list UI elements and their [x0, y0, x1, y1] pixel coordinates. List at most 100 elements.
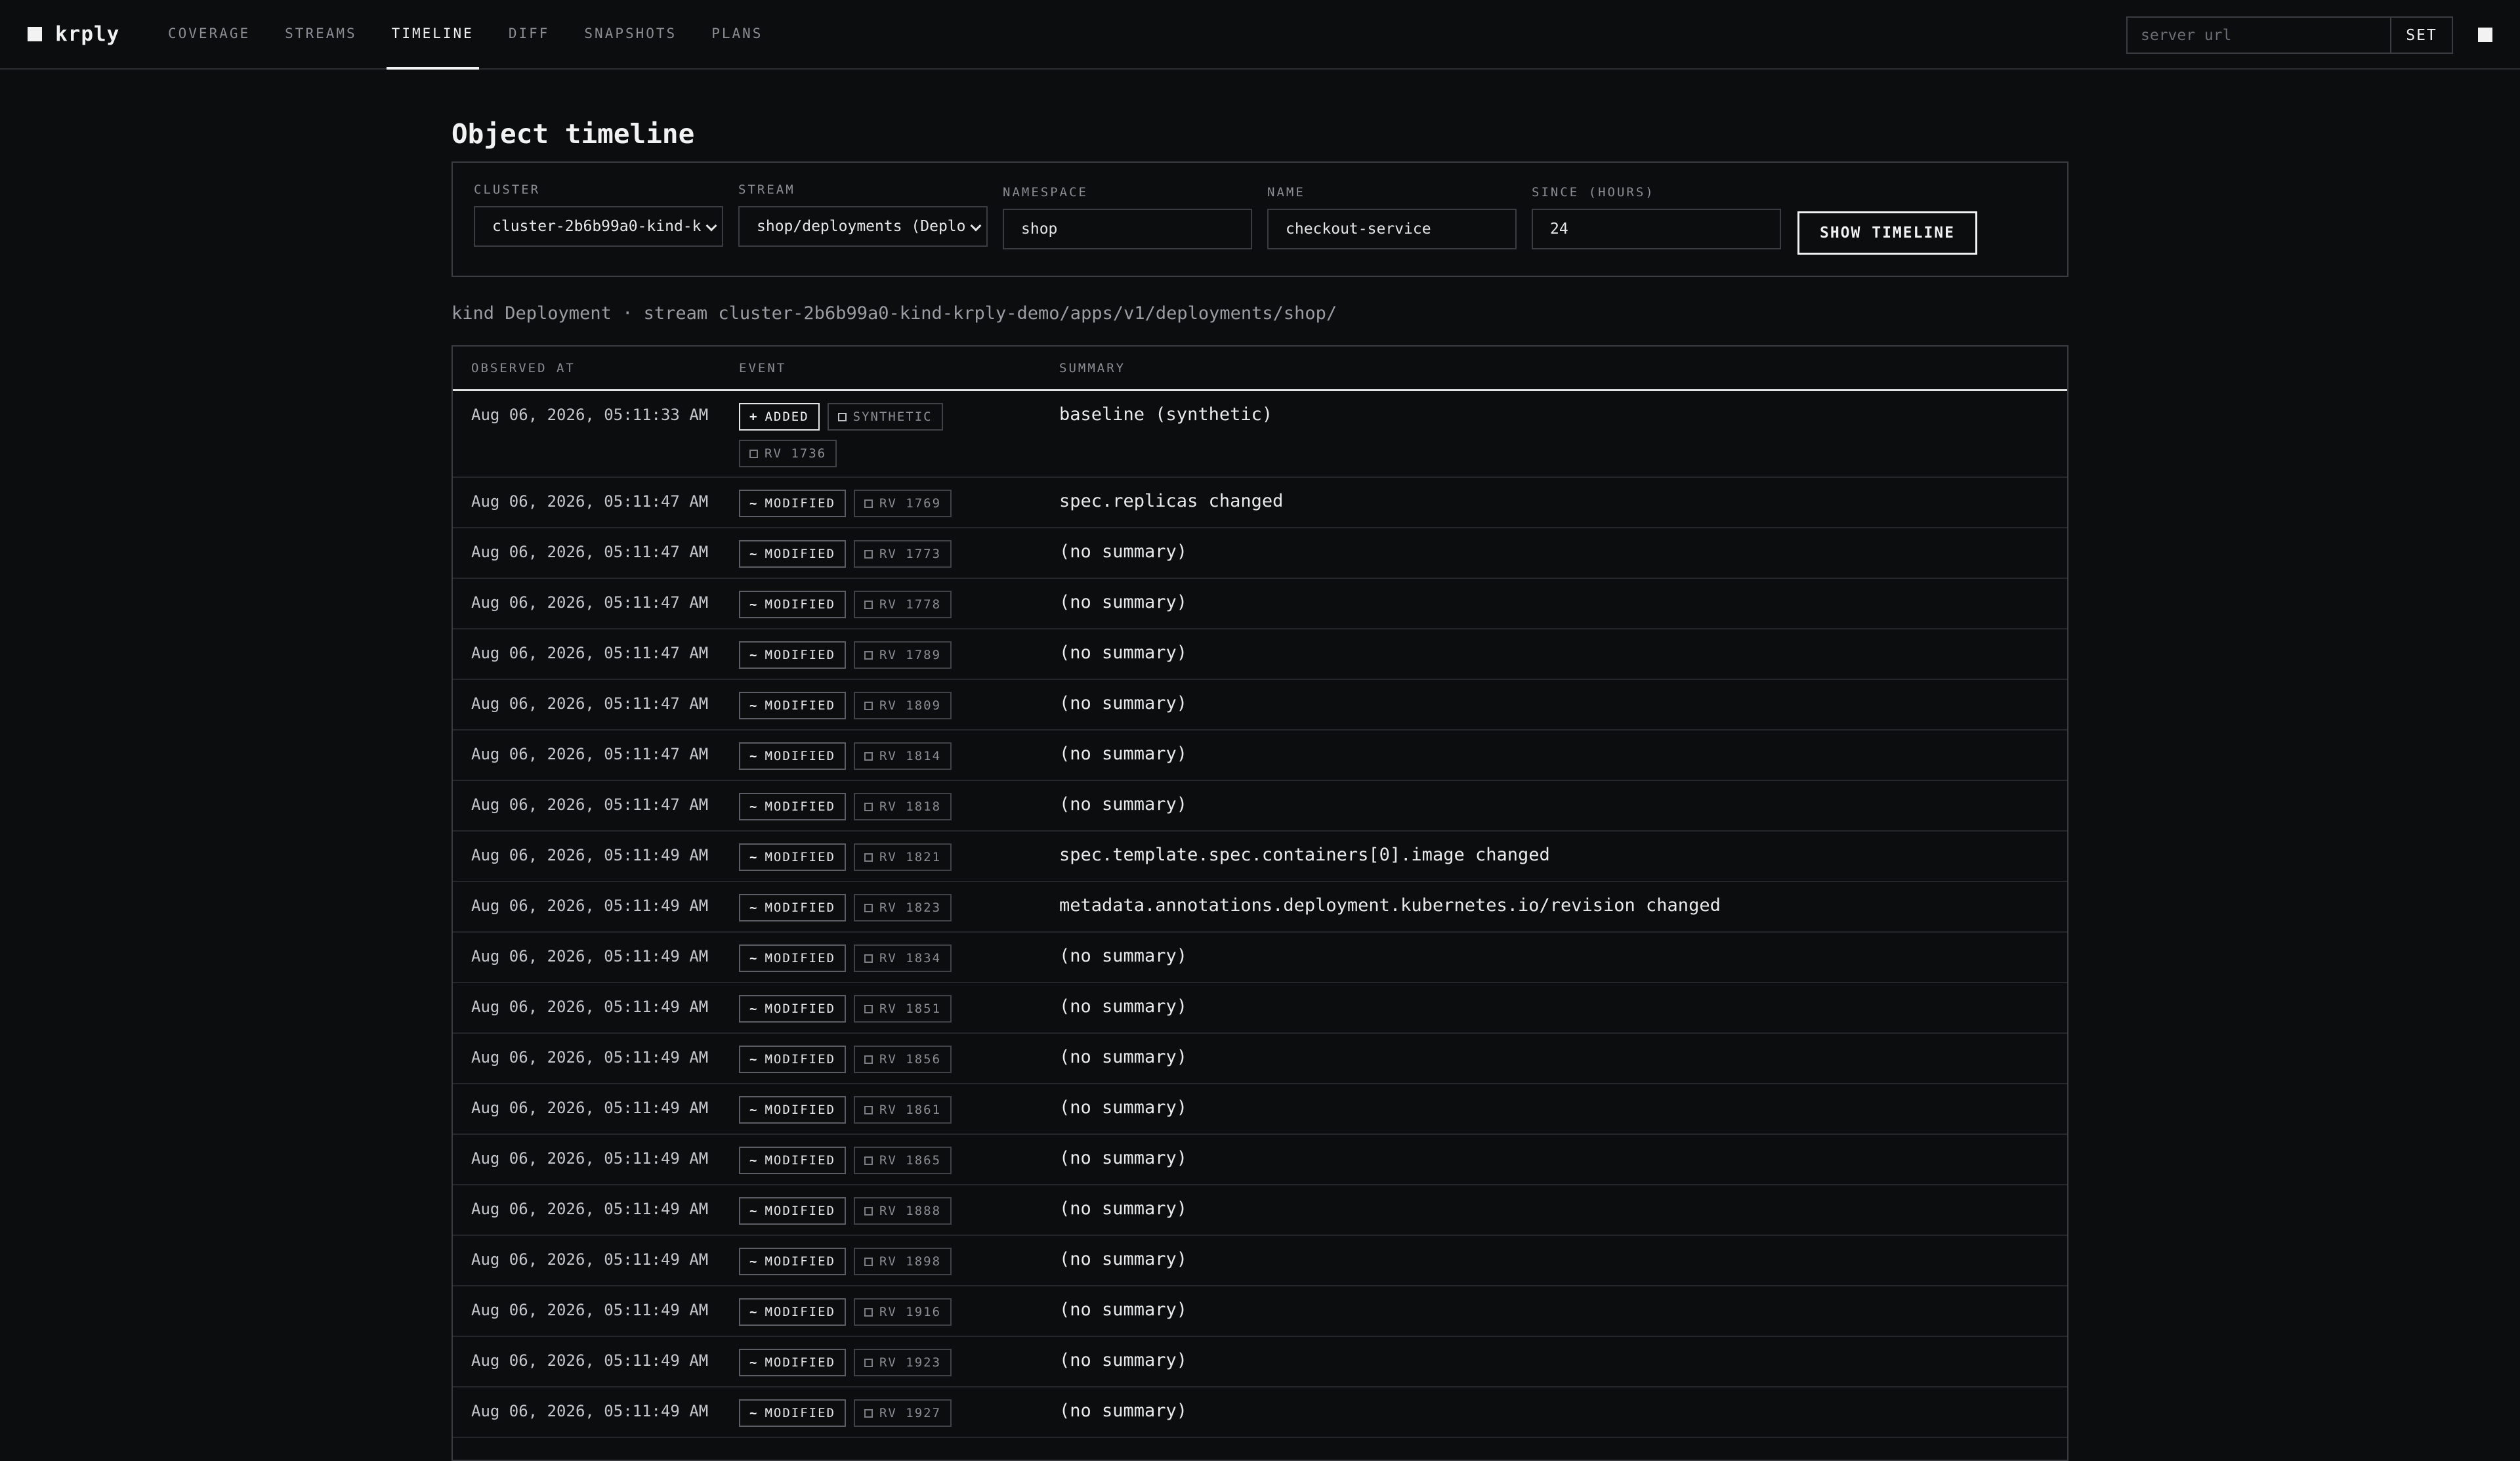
nav-timeline[interactable]: TIMELINE: [386, 0, 479, 70]
resource-version-badge: RV 1916: [853, 1298, 952, 1326]
table-row[interactable]: Aug 06, 2026, 05:11:47 AM ~ MODIFIED RV 181…: [453, 781, 2067, 832]
namespace-label: NAMESPACE: [1003, 185, 1088, 200]
tilde-icon: ~: [749, 1254, 759, 1269]
event-badge: ~ MODIFIED: [739, 540, 846, 568]
brand[interactable]: krply: [28, 22, 119, 46]
event-summary: (no summary): [1059, 946, 1188, 966]
nav-coverage[interactable]: COVERAGE: [163, 0, 255, 70]
server-url-form: SET: [2126, 16, 2453, 54]
table-row[interactable]: Aug 06, 2026, 05:11:47 AM ~ MODIFIED RV 176…: [453, 478, 2067, 528]
stream-select[interactable]: shop/deployments (Deployment): [738, 206, 988, 247]
event-badges: ~ MODIFIED RV 1927: [739, 1399, 1015, 1427]
resource-version-badge: RV 1814: [853, 742, 952, 770]
name-input[interactable]: checkout-service: [1267, 209, 1517, 249]
event-type: MODIFIED: [765, 698, 835, 713]
event-type: ADDED: [765, 410, 809, 424]
tilde-icon: ~: [749, 900, 759, 915]
set-server-button[interactable]: SET: [2390, 16, 2453, 54]
table-row[interactable]: Aug 06, 2026, 05:11:49 AM ~ MODIFIED RV 192…: [453, 1387, 2067, 1438]
table-row[interactable]: Aug 06, 2026, 05:11:47 AM ~ MODIFIED RV 178…: [453, 629, 2067, 680]
table-row[interactable]: Aug 06, 2026, 05:11:49 AM ~ MODIFIED RV 189…: [453, 1236, 2067, 1286]
event-badges: ~ MODIFIED RV 1769: [739, 490, 1015, 517]
tilde-icon: ~: [749, 648, 759, 662]
square-icon: [864, 1257, 873, 1266]
event-summary: (no summary): [1059, 592, 1188, 612]
table-row[interactable]: Aug 06, 2026, 05:11:47 AM ~ MODIFIED RV 177…: [453, 528, 2067, 579]
tilde-icon: ~: [749, 1406, 759, 1420]
table-row[interactable]: Aug 06, 2026, 05:11:49 AM ~ MODIFIED RV 186…: [453, 1084, 2067, 1135]
resource-version-badge: RV 1789: [853, 641, 952, 669]
table-row[interactable]: Aug 06, 2026, 05:11:47 AM ~ MODIFIED RV 181…: [453, 730, 2067, 781]
namespace-input[interactable]: shop: [1003, 209, 1252, 249]
table-row[interactable]: Aug 06, 2026, 05:11:49 AM ~ MODIFIED RV 185…: [453, 1034, 2067, 1084]
stream-select-value: shop/deployments (Deployment): [757, 218, 967, 235]
resource-version-badge: RV 1769: [853, 490, 952, 517]
square-icon: [864, 499, 873, 508]
event-type: MODIFIED: [765, 1002, 835, 1016]
square-icon: [864, 1206, 873, 1216]
resource-version-badge: RV 1821: [853, 843, 952, 871]
resource-version: RV 1789: [879, 648, 942, 662]
since-hours-input[interactable]: 24: [1532, 209, 1781, 249]
table-row[interactable]: Aug 06, 2026, 05:11:49 AM ~ MODIFIED RV 185…: [453, 983, 2067, 1034]
observed-at: Aug 06, 2026, 05:11:47 AM: [471, 644, 709, 662]
observed-at: Aug 06, 2026, 05:11:47 AM: [471, 694, 709, 713]
event-type: MODIFIED: [765, 597, 835, 612]
page-title: Object timeline: [452, 118, 695, 150]
cluster-select[interactable]: cluster-2b6b99a0-kind-krply-demo: [474, 206, 723, 247]
event-badges: ~ MODIFIED RV 1898: [739, 1248, 1015, 1275]
event-badge: ~ MODIFIED: [739, 1298, 846, 1326]
server-url-input[interactable]: [2126, 16, 2390, 54]
table-row[interactable]: Aug 06, 2026, 05:11:49 AM ~ MODIFIED RV 182…: [453, 882, 2067, 933]
table-row[interactable]: Aug 06, 2026, 05:11:33 AM + ADDED SYNTHE…: [453, 391, 2067, 478]
table-row[interactable]: Aug 06, 2026, 05:11:49 AM ~ MODIFIED RV 188…: [453, 1185, 2067, 1236]
event-type: MODIFIED: [765, 1103, 835, 1117]
event-type: MODIFIED: [765, 496, 835, 511]
nav-snapshots[interactable]: SNAPSHOTS: [579, 0, 682, 70]
table-row[interactable]: Aug 06, 2026, 05:11:47 AM ~ MODIFIED RV 177…: [453, 579, 2067, 629]
event-summary: (no summary): [1059, 1350, 1188, 1370]
observed-at: Aug 06, 2026, 05:11:47 AM: [471, 745, 709, 763]
event-summary: (no summary): [1059, 1097, 1188, 1118]
event-type: MODIFIED: [765, 1355, 835, 1370]
square-icon: [864, 853, 873, 862]
show-timeline-button[interactable]: SHOW TIMELINE: [1797, 211, 1977, 255]
table-row[interactable]: Aug 06, 2026, 05:11:49 AM ~ MODIFIED RV 191…: [453, 1286, 2067, 1337]
tilde-icon: ~: [749, 1002, 759, 1016]
table-row[interactable]: Aug 06, 2026, 05:11:49 AM ~ MODIFIED RV 192…: [453, 1337, 2067, 1387]
table-row[interactable]: Aug 06, 2026, 05:11:47 AM ~ MODIFIED RV 180…: [453, 680, 2067, 730]
observed-at: Aug 06, 2026, 05:11:49 AM: [471, 1149, 709, 1168]
observed-at: Aug 06, 2026, 05:11:47 AM: [471, 593, 709, 612]
resource-version-badge: RV 1834: [853, 944, 952, 972]
event-badge: ~ MODIFIED: [739, 894, 846, 921]
event-badges: ~ MODIFIED RV 1865: [739, 1147, 1015, 1174]
main-nav: COVERAGE STREAMS TIMELINE DIFF SNAPSHOTS…: [163, 0, 792, 70]
resource-version-badge: RV 1736: [739, 440, 837, 467]
nav-diff[interactable]: DIFF: [503, 0, 555, 70]
tilde-icon: ~: [749, 496, 759, 511]
event-badge: ~ MODIFIED: [739, 1147, 846, 1174]
theme-toggle-square-icon[interactable]: [2478, 28, 2492, 42]
cluster-field: CLUSTER cluster-2b6b99a0-kind-krply-demo: [474, 182, 723, 247]
square-icon: [864, 600, 873, 609]
square-icon: [864, 954, 873, 963]
header-observed-at: OBSERVED AT: [471, 360, 576, 375]
nav-plans[interactable]: PLANS: [706, 0, 768, 70]
nav-streams[interactable]: STREAMS: [280, 0, 362, 70]
table-row[interactable]: Aug 06, 2026, 05:11:49 AM ~ MODIFIED RV 183…: [453, 933, 2067, 983]
tilde-icon: ~: [749, 1103, 759, 1117]
event-summary: baseline (synthetic): [1059, 404, 1273, 425]
event-summary: (no summary): [1059, 1047, 1188, 1067]
event-type: MODIFIED: [765, 749, 835, 763]
tilde-icon: ~: [749, 597, 759, 612]
event-badges: ~ MODIFIED RV 1818: [739, 793, 1015, 820]
table-row[interactable]: Aug 06, 2026, 05:11:49 AM ~ MODIFIED RV 186…: [453, 1135, 2067, 1185]
event-badge: ~ MODIFIED: [739, 1349, 846, 1376]
event-badges: ~ MODIFIED RV 1814: [739, 742, 1015, 770]
resource-version: RV 1778: [879, 597, 942, 612]
resource-version: RV 1773: [879, 547, 942, 561]
event-badges: ~ MODIFIED RV 1778: [739, 591, 1015, 618]
synthetic-badge: SYNTHETIC: [827, 403, 943, 431]
logo-square-icon: [28, 27, 42, 41]
table-row[interactable]: Aug 06, 2026, 05:11:49 AM ~ MODIFIED RV 182…: [453, 832, 2067, 882]
